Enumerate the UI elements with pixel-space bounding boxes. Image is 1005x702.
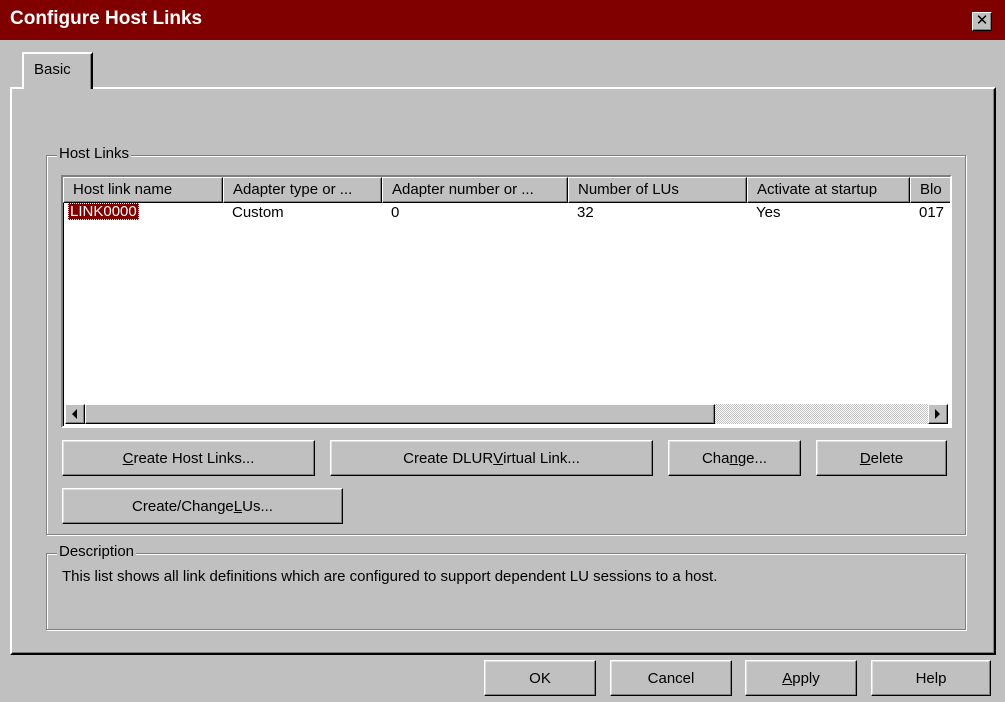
cell-block: 017 [919,204,945,221]
create-dlur-label-pre: Create DLUR [403,449,494,467]
create-dlur-virtual-link-button[interactable]: Create DLUR Virtual Link... [330,440,653,476]
tab-basic-label: Basic [34,61,71,78]
description-text: This list shows all link definitions whi… [62,568,718,585]
column-header-host-link-name[interactable]: Host link name [63,177,223,203]
cell-number-of-lus: 32 [577,204,594,221]
cancel-label: Cancel [647,669,695,687]
host-links-list[interactable]: Host link name Adapter type or ... Adapt… [61,175,952,428]
create-change-lus-accelerator: L [233,497,243,515]
column-header-adapter-type[interactable]: Adapter type or ... [223,177,382,203]
cell-activate-at-startup: Yes [756,204,781,221]
arrow-right-icon [935,409,940,419]
help-button[interactable]: Help [871,660,991,696]
tab-basic[interactable]: Basic [22,52,93,89]
close-button[interactable]: ✕ [972,12,992,31]
create-change-lus-label-pre: Create/Change [132,497,234,515]
change-label-pre: Cha [701,449,730,467]
cell-adapter-type: Custom [232,204,284,221]
create-host-links-label: reate Host Links... [133,449,255,467]
create-dlur-label: irtual Link... [503,449,580,467]
window-title: Configure Host Links [10,8,203,29]
apply-label: pply [792,669,820,687]
ok-label: OK [529,669,551,687]
list-header: Host link name Adapter type or ... Adapt… [63,177,950,203]
create-host-links-button[interactable]: Create Host Links... [62,440,315,476]
description-group [46,553,966,630]
delete-label: elete [870,449,904,467]
create-host-links-accelerator: C [122,449,134,467]
apply-button[interactable]: Apply [745,660,857,696]
column-header-block[interactable]: Blo [910,177,950,203]
create-dlur-accelerator: V [493,449,504,467]
ok-button[interactable]: OK [484,660,596,696]
cell-host-link-name[interactable]: LINK0000 [68,203,139,220]
horizontal-scrollbar[interactable] [65,404,948,424]
change-label: ge... [737,449,768,467]
scroll-track[interactable] [715,404,928,424]
scroll-right-button[interactable] [928,404,948,424]
close-icon: ✕ [975,12,989,29]
scroll-left-button[interactable] [65,404,85,424]
column-header-number-of-lus[interactable]: Number of LUs [568,177,747,203]
apply-accelerator: A [782,669,793,687]
arrow-left-icon [72,409,77,419]
host-links-group-title: Host Links [57,145,132,162]
column-header-activate-at-startup[interactable]: Activate at startup [747,177,910,203]
delete-button[interactable]: Delete [816,440,947,476]
change-accelerator: n [729,449,738,467]
delete-accelerator: D [859,449,871,467]
description-group-title: Description [57,543,137,560]
column-header-adapter-number[interactable]: Adapter number or ... [382,177,568,203]
create-change-lus-button[interactable]: Create/Change L Us... [62,488,343,524]
change-button[interactable]: Cha n ge... [668,440,801,476]
help-label: Help [915,669,947,687]
cancel-button[interactable]: Cancel [610,660,732,696]
cell-adapter-number: 0 [391,204,400,221]
scroll-thumb[interactable] [85,404,715,424]
create-change-lus-label: Us... [242,497,273,515]
